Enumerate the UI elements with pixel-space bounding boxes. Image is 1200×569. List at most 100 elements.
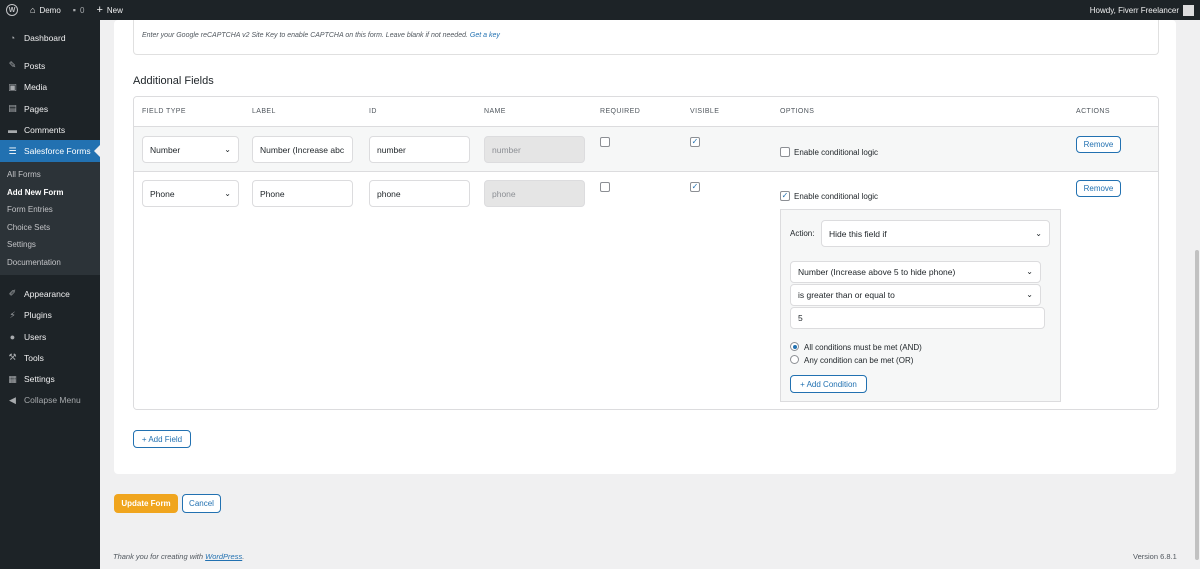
wordpress-logo-icon: W — [6, 4, 18, 16]
condition-operator-select[interactable]: is greater than or equal to ⌄ — [790, 284, 1041, 306]
menu-appearance[interactable]: ✐ Appearance — [0, 283, 100, 304]
submenu-all-forms[interactable]: All Forms — [0, 166, 100, 184]
label-input[interactable]: Phone — [252, 180, 353, 207]
match-any-radio[interactable] — [790, 355, 799, 364]
submenu-settings[interactable]: Settings — [0, 236, 100, 254]
action-select[interactable]: Hide this field if ⌄ — [821, 220, 1050, 247]
visible-checkbox[interactable]: ✓ — [690, 137, 700, 147]
field-type-select[interactable]: Number ⌄ — [142, 136, 239, 163]
condition-value-input[interactable]: 5 — [790, 307, 1045, 329]
match-all-radio[interactable] — [790, 342, 799, 351]
my-account-menu[interactable]: Howdy, Fiverr Freelancer — [1084, 0, 1200, 20]
cancel-button[interactable]: Cancel — [182, 494, 221, 513]
match-all-label: All conditions must be met (AND) — [804, 343, 922, 352]
submenu-choice-sets[interactable]: Choice Sets — [0, 219, 100, 237]
chevron-down-icon: ⌄ — [1026, 267, 1033, 276]
column-header: Name — [484, 108, 506, 115]
plugin-icon: ⚡ — [9, 309, 16, 320]
menu-posts[interactable]: ✎ Posts — [0, 55, 100, 76]
wrench-icon: ⚒ — [8, 352, 17, 363]
new-content-menu[interactable]: + New — [90, 0, 128, 20]
condition-field-select[interactable]: Number (Increase above 5 to hide phone) … — [790, 261, 1041, 283]
get-key-link[interactable]: Get a key — [470, 32, 500, 39]
visible-checkbox[interactable]: ✓ — [690, 182, 700, 192]
column-header: Required — [600, 108, 641, 115]
footer-thanks: Thank you for creating with WordPress. — [113, 552, 245, 561]
submenu-documentation[interactable]: Documentation — [0, 254, 100, 272]
submenu-add-new-form[interactable]: Add New Form — [0, 183, 100, 201]
additional-fields-table: Field Type Label ID Name Required Visibl… — [133, 96, 1159, 410]
column-header: Label — [252, 108, 276, 115]
name-input: phone — [484, 180, 585, 207]
conditional-logic-label: Enable conditional logic — [794, 148, 879, 157]
table-row: Number ⌄ Number (Increase abc number num… — [134, 127, 1158, 172]
page-scrollbar[interactable] — [1194, 20, 1200, 569]
menu-label: Posts — [24, 60, 46, 71]
dashboard-icon: ◔ — [9, 32, 16, 43]
comments-icon: ▬ — [8, 124, 17, 135]
menu-salesforce-forms[interactable]: ☰ Salesforce Forms — [0, 140, 100, 162]
column-header: Options — [780, 108, 815, 115]
menu-collapse[interactable]: ◀ Collapse Menu — [0, 390, 100, 411]
remove-button[interactable]: Remove — [1076, 180, 1121, 197]
additional-fields-title: Additional Fields — [133, 75, 214, 87]
menu-label: Appearance — [24, 288, 70, 299]
label-input[interactable]: Number (Increase abc — [252, 136, 353, 163]
comments-menu[interactable]: ▪ 0 — [67, 0, 91, 20]
site-name-menu[interactable]: ⌂ Demo — [24, 0, 67, 20]
greeting-text: Howdy, Fiverr Freelancer — [1089, 5, 1179, 15]
collapse-icon: ◀ — [9, 394, 16, 405]
menu-comments[interactable]: ▬ Comments — [0, 119, 100, 140]
required-checkbox[interactable] — [600, 137, 610, 147]
chevron-down-icon: ⌄ — [1035, 229, 1042, 238]
menu-media[interactable]: ▣ Media — [0, 77, 100, 98]
menu-tools[interactable]: ⚒ Tools — [0, 347, 100, 368]
required-checkbox[interactable] — [600, 182, 610, 192]
plus-icon: + — [96, 4, 103, 16]
wp-logo-menu[interactable]: W — [0, 0, 24, 20]
menu-label: Users — [24, 331, 47, 342]
wordpress-link[interactable]: WordPress — [205, 552, 242, 561]
id-input[interactable]: number — [369, 136, 470, 163]
id-input[interactable]: phone — [369, 180, 470, 207]
conditional-logic-panel: Action: Hide this field if ⌄ Number (Inc… — [780, 209, 1061, 402]
media-icon: ▣ — [8, 81, 17, 92]
submenu-form-entries[interactable]: Form Entries — [0, 201, 100, 219]
menu-label: Pages — [24, 103, 49, 114]
menu-settings[interactable]: ▦ Settings — [0, 369, 100, 390]
new-label: New — [106, 5, 123, 15]
table-row: Phone ⌄ Phone phone phone ✓ ✓ Enable con… — [134, 172, 1158, 409]
admin-sidebar: ◔ Dashboard ✎ Posts ▣ Media ▤ Pages ▬ Co… — [0, 20, 100, 569]
column-header: ID — [369, 108, 377, 115]
chevron-down-icon: ⌄ — [224, 189, 231, 198]
remove-button[interactable]: Remove — [1076, 136, 1121, 153]
menu-label: Media — [24, 82, 48, 93]
menu-label: Salesforce Forms — [24, 146, 91, 157]
menu-dashboard[interactable]: ◔ Dashboard — [0, 27, 100, 48]
comment-bubble-icon: ▪ — [72, 5, 76, 15]
menu-pages[interactable]: ▤ Pages — [0, 98, 100, 119]
add-field-button[interactable]: + Add Field — [133, 430, 191, 448]
scrollbar-thumb[interactable] — [1195, 250, 1199, 560]
match-any-label: Any condition can be met (OR) — [804, 356, 914, 365]
menu-plugins[interactable]: ⚡ Plugins — [0, 305, 100, 326]
menu-label: Dashboard — [24, 32, 66, 43]
update-form-button[interactable]: Update Form — [114, 494, 178, 513]
menu-users[interactable]: ● Users — [0, 326, 100, 347]
column-header: Field Type — [142, 108, 186, 115]
conditional-logic-checkbox[interactable]: ✓ — [780, 191, 790, 201]
conditional-logic-checkbox[interactable] — [780, 147, 790, 157]
field-type-select[interactable]: Phone ⌄ — [142, 180, 239, 207]
form-icon: ☰ — [8, 145, 17, 156]
users-icon: ● — [9, 331, 16, 342]
menu-label: Settings — [24, 374, 55, 385]
menu-label: Tools — [24, 352, 44, 363]
site-name: Demo — [39, 5, 61, 15]
salesforce-forms-submenu: All Forms Add New Form Form Entries Choi… — [0, 161, 100, 276]
settings-icon: ▦ — [8, 373, 17, 384]
column-header: Visible — [690, 108, 720, 115]
avatar — [1183, 4, 1194, 16]
menu-label: Collapse Menu — [24, 395, 81, 406]
menu-label: Plugins — [24, 310, 52, 321]
add-condition-button[interactable]: + Add Condition — [790, 375, 867, 393]
